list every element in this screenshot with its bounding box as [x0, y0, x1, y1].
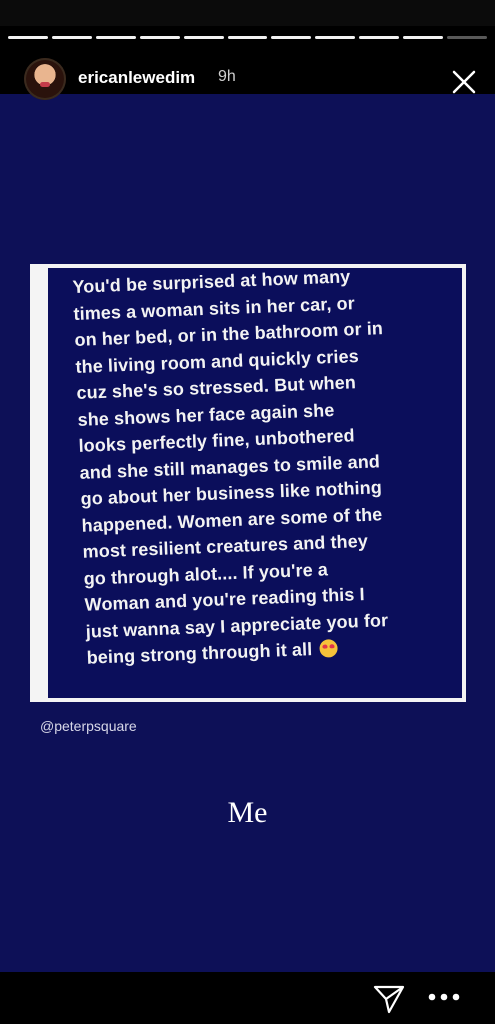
username[interactable]: ericanlewedim	[78, 68, 195, 88]
progress-segment	[315, 36, 356, 39]
progress-segment	[271, 36, 312, 39]
send-icon	[373, 985, 405, 1014]
story-content[interactable]: You'd be surprised at how many times a wo…	[0, 94, 495, 972]
quote-panel: You'd be surprised at how many times a wo…	[48, 266, 462, 698]
more-options-icon	[428, 993, 460, 1001]
close-icon	[452, 70, 476, 94]
progress-segment	[183, 36, 224, 39]
progress-segment	[51, 36, 92, 39]
time-ago: 9h	[218, 68, 236, 85]
progress-segment	[447, 36, 487, 39]
progress-segment	[227, 36, 268, 39]
story-caption: Me	[227, 796, 268, 829]
progress-segment	[95, 36, 136, 39]
progress-segment	[8, 36, 48, 39]
progress-segment	[139, 36, 180, 39]
heart-eyes-emoji	[319, 639, 338, 658]
send-button[interactable]	[372, 984, 406, 1014]
more-options-button[interactable]	[426, 990, 462, 1004]
close-button[interactable]	[450, 68, 478, 96]
progress-segment	[403, 36, 444, 39]
story-footer	[0, 972, 495, 1024]
mention-tag[interactable]: @peterpsquare	[40, 718, 137, 734]
avatar[interactable]	[24, 58, 66, 100]
story-header: ericanlewedim 9h	[0, 52, 495, 108]
story-progress-bar	[8, 36, 487, 39]
status-strip	[0, 0, 495, 26]
quote-text: You'd be surprised at how many times a wo…	[72, 259, 467, 671]
reposted-post-image: You'd be surprised at how many times a wo…	[30, 264, 466, 702]
progress-segment	[359, 36, 400, 39]
